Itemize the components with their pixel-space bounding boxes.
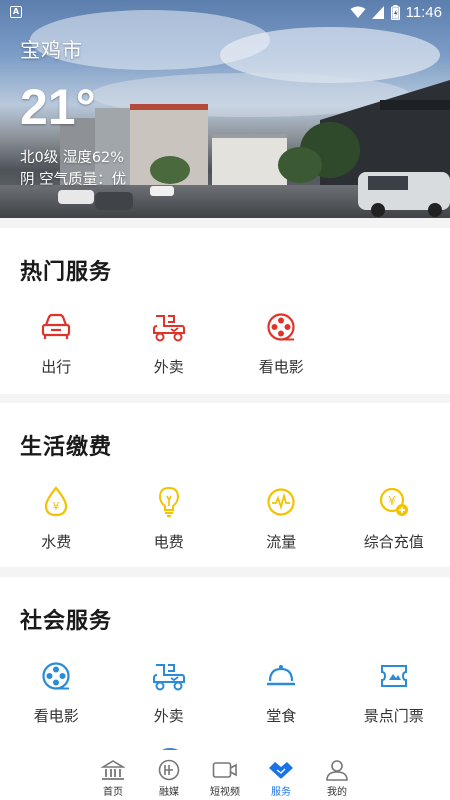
water-drop-yuan-icon: ¥ [39, 485, 73, 519]
tab-short-video[interactable]: 短视频 [197, 750, 253, 800]
bottom-tab-bar: 首页 融媒 短视频 服务 我的 [0, 750, 450, 800]
service-label: 水费 [41, 533, 72, 551]
battery-icon [390, 4, 400, 20]
service-travel[interactable]: 出行 [0, 310, 113, 377]
yuan-recharge-icon: ¥ [377, 485, 411, 519]
life-payment-card: 生活缴费 ¥ 水费 电费 流量 ¥ 综合充值 [0, 403, 450, 567]
section-title: 热门服务 [20, 260, 113, 285]
signal-icon [371, 5, 384, 19]
service-label: 看电影 [33, 707, 79, 725]
user-icon [326, 760, 348, 781]
tab-label: 我的 [327, 787, 347, 798]
social-scenic-ticket[interactable]: 景点门票 [338, 659, 450, 726]
tab-label: 服务 [271, 787, 291, 798]
handshake-icon [269, 762, 293, 779]
video-icon [212, 762, 237, 778]
delivery-icon [152, 310, 186, 344]
social-delivery[interactable]: 外卖 [113, 659, 226, 726]
service-label: 外卖 [153, 358, 184, 376]
temperature: 21° [20, 79, 96, 135]
svg-text:¥: ¥ [53, 500, 60, 513]
tab-profile[interactable]: 我的 [309, 750, 365, 800]
social-dine-in[interactable]: 堂食 [225, 659, 338, 726]
service-label: 景点门票 [363, 707, 424, 725]
cloche-icon [264, 659, 298, 693]
hot-services-card: 热门服务 出行 外卖 看电影 [0, 228, 450, 394]
service-label: 流量 [266, 533, 297, 551]
payment-recharge[interactable]: ¥ 综合充值 [338, 485, 450, 552]
weather-banner: 宝鸡市 21° 北0级 湿度62% 阴 空气质量：优 [0, 0, 450, 218]
bank-icon [101, 760, 125, 780]
service-label: 出行 [41, 358, 72, 376]
data-pulse-icon [264, 485, 298, 519]
tab-label: 融媒 [159, 787, 179, 798]
service-label: 堂食 [266, 707, 297, 725]
social-movie[interactable]: 看电影 [0, 659, 113, 726]
svg-text:¥: ¥ [388, 494, 396, 508]
service-delivery[interactable]: 外卖 [113, 310, 226, 377]
tab-home[interactable]: 首页 [85, 750, 141, 800]
service-movie[interactable]: 看电影 [225, 310, 338, 377]
wind-humidity: 北0级 湿度62% [20, 150, 125, 166]
service-label: 电费 [153, 533, 184, 551]
tab-label: 短视频 [210, 787, 240, 798]
payment-water[interactable]: ¥ 水费 [0, 485, 113, 552]
payment-data[interactable]: 流量 [225, 485, 338, 552]
media-icon [158, 759, 180, 781]
section-title: 生活缴费 [20, 435, 113, 460]
section-title: 社会服务 [20, 609, 113, 634]
status-bar: A 11:46 [0, 0, 450, 24]
film-reel-icon [39, 659, 73, 693]
tab-media[interactable]: 融媒 [141, 750, 197, 800]
lightbulb-icon [152, 485, 186, 519]
delivery-icon [152, 659, 186, 693]
service-label: 看电影 [258, 358, 304, 376]
film-reel-icon [264, 310, 298, 344]
ticket-icon [377, 659, 411, 693]
payment-electricity[interactable]: 电费 [113, 485, 226, 552]
tab-services[interactable]: 服务 [253, 750, 309, 800]
wifi-icon [350, 6, 366, 18]
clock: 11:46 [405, 3, 442, 21]
service-label: 综合充值 [363, 533, 424, 551]
air-quality: 阴 空气质量：优 [20, 172, 127, 188]
notification-icon: A [10, 6, 22, 18]
service-label: 外卖 [153, 707, 184, 725]
tab-label: 首页 [103, 787, 123, 798]
car-icon [39, 310, 73, 344]
city-name[interactable]: 宝鸡市 [20, 34, 83, 63]
